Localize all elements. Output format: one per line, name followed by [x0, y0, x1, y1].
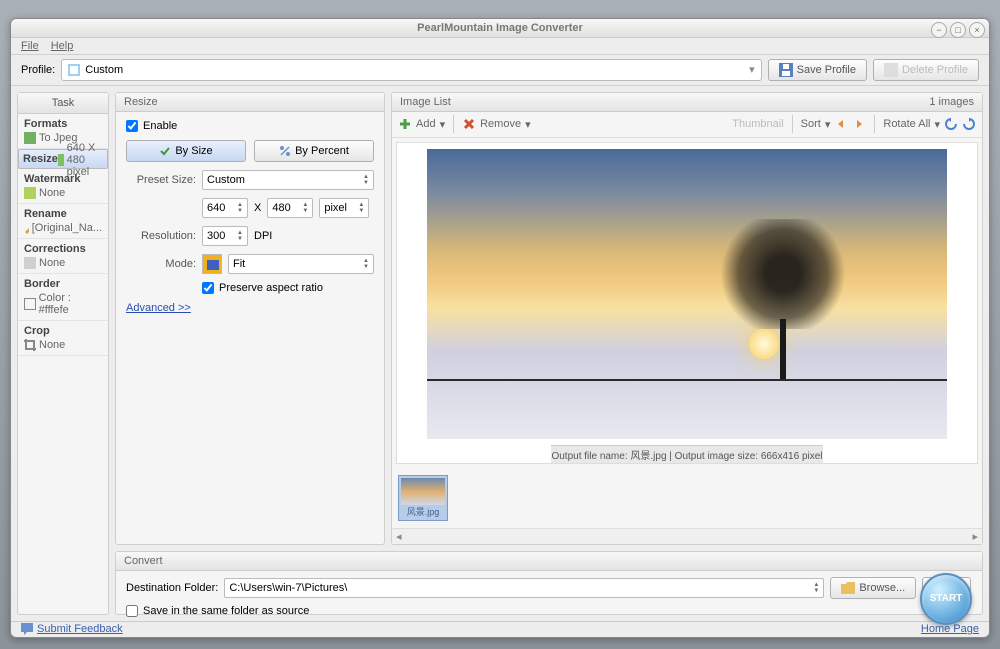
convert-panel: Convert Destination Folder: C:\Users\win…	[115, 551, 983, 615]
rotate-right-icon[interactable]	[962, 117, 976, 131]
image-count: 1 images	[929, 96, 974, 108]
same-folder-checkbox[interactable]: Save in the same folder as source	[126, 605, 972, 617]
preview-image	[427, 149, 947, 439]
home-link[interactable]: Home Page	[921, 623, 979, 635]
titlebar: PearlMountain Image Converter − □ ×	[11, 19, 989, 38]
delete-icon	[884, 63, 898, 77]
rotate-all-button[interactable]: Rotate All	[883, 118, 930, 130]
by-size-tab[interactable]: By Size	[126, 140, 246, 162]
preset-size-select[interactable]: Custom▲▼	[202, 170, 374, 190]
add-button[interactable]: Add	[416, 118, 436, 130]
scrollbar[interactable]: ◂▸	[392, 528, 982, 544]
chevron-down-icon: ▾	[749, 63, 755, 76]
thumbnail-item[interactable]: 风景.jpg	[398, 475, 448, 521]
maximize-button[interactable]: □	[950, 22, 966, 38]
percent-icon	[279, 145, 291, 157]
by-percent-tab[interactable]: By Percent	[254, 140, 374, 162]
remove-button[interactable]: Remove	[480, 118, 521, 130]
rotate-left-icon[interactable]	[944, 117, 958, 131]
image-list-title: Image List	[400, 96, 451, 108]
profile-icon	[68, 64, 80, 76]
image-icon	[24, 132, 36, 144]
dest-label: Destination Folder:	[126, 582, 218, 594]
task-border[interactable]: Border Color : #fffefe	[18, 274, 108, 321]
menubar: File Help	[11, 38, 989, 54]
save-profile-button[interactable]: Save Profile	[768, 59, 867, 81]
remove-icon	[462, 117, 476, 131]
watermark-icon	[24, 187, 36, 199]
border-icon	[24, 298, 36, 310]
feedback-link[interactable]: Submit Feedback	[37, 623, 123, 635]
resize-panel: Resize Enable By Size By Percent Preset …	[115, 92, 385, 545]
height-input[interactable]: 480▲▼	[267, 198, 313, 218]
mode-select[interactable]: Fit▲▼	[228, 254, 374, 274]
task-panel: Task Formats To Jpeg Resize 640 X 480 pi…	[17, 92, 109, 615]
plus-icon	[398, 117, 412, 131]
task-corrections[interactable]: Corrections None	[18, 239, 108, 274]
resize-icon	[58, 154, 64, 166]
resize-title: Resize	[124, 96, 158, 108]
rename-icon	[24, 222, 29, 234]
check-icon	[159, 145, 171, 157]
image-list-panel: Image List 1 images Add ▾ Remove ▾ Thumbn…	[391, 92, 983, 545]
close-button[interactable]: ×	[969, 22, 985, 38]
menu-help[interactable]: Help	[51, 40, 74, 52]
profile-combo[interactable]: Custom ▾	[61, 59, 761, 81]
mode-icon	[202, 254, 222, 274]
crop-icon	[24, 339, 36, 351]
task-crop[interactable]: Crop None	[18, 321, 108, 356]
menu-file[interactable]: File	[21, 40, 39, 52]
profile-bar: Profile: Custom ▾ Save Profile Delete Pr…	[11, 55, 989, 86]
unit-select[interactable]: pixel▲▼	[319, 198, 369, 218]
task-watermark[interactable]: Watermark None	[18, 169, 108, 204]
start-button[interactable]: START	[920, 573, 972, 625]
prev-icon[interactable]	[834, 117, 848, 131]
thumbnail-button: Thumbnail	[732, 118, 783, 130]
browse-button[interactable]: Browse...	[830, 577, 916, 599]
folder-icon	[841, 582, 855, 594]
corrections-icon	[24, 257, 36, 269]
preview-area: Output file name: 风景.jpg | Output image …	[396, 142, 978, 464]
feedback-icon	[21, 623, 33, 635]
width-input[interactable]: 640▲▼	[202, 198, 248, 218]
resolution-input[interactable]: 300▲▼	[202, 226, 248, 246]
minimize-button[interactable]: −	[931, 22, 947, 38]
dest-folder-input[interactable]: C:\Users\win-7\Pictures\▲▼	[224, 578, 824, 598]
task-header: Task	[18, 93, 108, 114]
thumbnail-strip: 风景.jpg	[392, 468, 982, 528]
preserve-aspect-checkbox[interactable]: Preserve aspect ratio	[126, 282, 374, 294]
convert-title: Convert	[124, 555, 163, 567]
footer: Submit Feedback Home Page	[11, 621, 989, 637]
app-title: PearlMountain Image Converter	[11, 22, 989, 34]
delete-profile-button: Delete Profile	[873, 59, 979, 81]
image-toolbar: Add ▾ Remove ▾ Thumbnail Sort▾ Rotate	[392, 112, 982, 138]
advanced-link[interactable]: Advanced >>	[126, 302, 374, 314]
output-status: Output file name: 风景.jpg | Output image …	[551, 445, 822, 463]
task-resize[interactable]: Resize 640 X 480 pixel	[18, 149, 108, 169]
next-icon[interactable]	[852, 117, 866, 131]
app-window: PearlMountain Image Converter − □ × File…	[10, 18, 990, 638]
enable-checkbox[interactable]: Enable	[126, 120, 374, 132]
save-icon	[779, 63, 793, 77]
profile-label: Profile:	[21, 64, 55, 76]
task-rename[interactable]: Rename [Original_Na...	[18, 204, 108, 239]
sort-button[interactable]: Sort	[801, 118, 821, 130]
